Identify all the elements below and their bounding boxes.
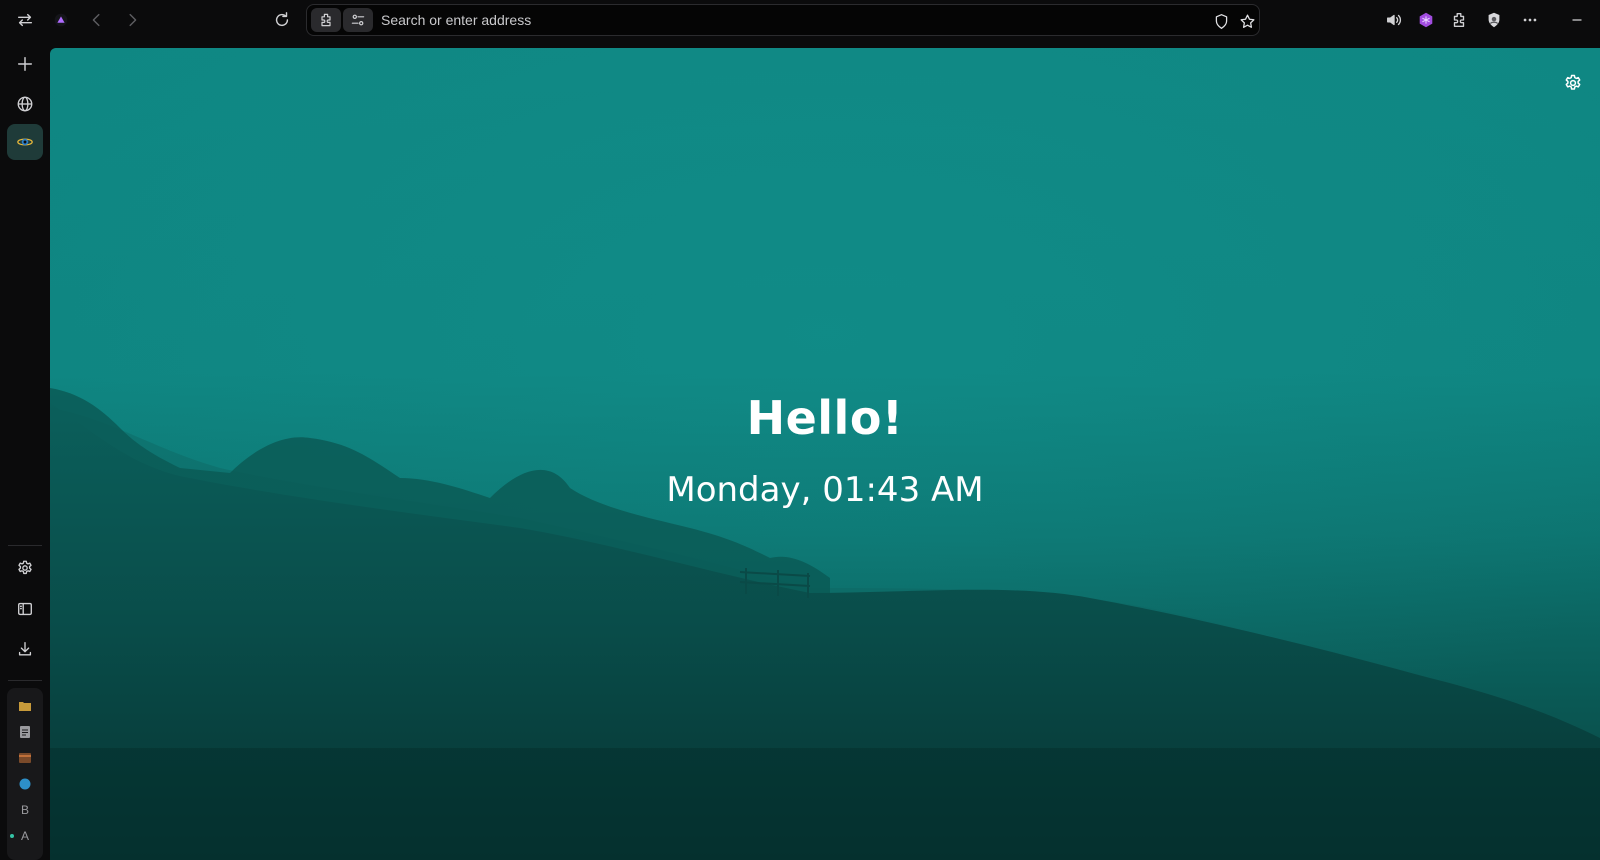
active-app-icon[interactable] xyxy=(7,124,43,160)
active-indicator xyxy=(10,834,14,838)
shield-icon[interactable] xyxy=(1211,11,1231,31)
more-icon[interactable] xyxy=(1516,6,1544,34)
page-settings-icon[interactable] xyxy=(1560,70,1586,96)
greeting-heading: Hello! xyxy=(746,391,904,445)
sidebar-panel-icon[interactable] xyxy=(7,591,43,627)
tab-switch-icon[interactable] xyxy=(11,6,39,34)
folder-icon[interactable] xyxy=(7,694,43,718)
address-input[interactable]: Search or enter address xyxy=(381,12,531,28)
settings-icon[interactable] xyxy=(7,550,43,586)
forward-icon[interactable] xyxy=(118,6,146,34)
extension-icon[interactable] xyxy=(311,8,341,32)
site-settings-icon[interactable] xyxy=(343,8,373,32)
pinned-tabs-panel: B A xyxy=(7,688,43,860)
date-time-display: Monday, 01:43 AM xyxy=(666,470,984,510)
new-tab-page: Hello! Monday, 01:43 AM xyxy=(50,48,1600,860)
background-wallpaper xyxy=(50,48,1600,860)
download-icon[interactable] xyxy=(7,631,43,667)
purple-extension-icon[interactable] xyxy=(1412,6,1440,34)
sidebar: B A xyxy=(0,40,50,860)
globe-dot-icon[interactable] xyxy=(7,772,43,796)
star-icon[interactable] xyxy=(1237,11,1257,31)
address-bar[interactable]: Search or enter address xyxy=(306,4,1260,36)
profile-shield-icon[interactable] xyxy=(1480,6,1508,34)
back-icon[interactable] xyxy=(83,6,111,34)
volume-icon[interactable] xyxy=(1380,6,1408,34)
doc-icon[interactable] xyxy=(7,720,43,744)
globe-icon[interactable] xyxy=(7,86,43,122)
pinned-tab-a[interactable]: A xyxy=(7,824,43,848)
box-icon[interactable] xyxy=(7,746,43,770)
browser-logo-icon[interactable] xyxy=(47,6,75,34)
sidebar-divider xyxy=(8,545,42,546)
pinned-tab-a-label: A xyxy=(20,829,29,843)
extensions-puzzle-icon[interactable] xyxy=(1445,6,1473,34)
pinned-tab-b[interactable]: B xyxy=(7,798,43,822)
sidebar-divider xyxy=(8,680,42,681)
reload-icon[interactable] xyxy=(268,6,296,34)
browser-toolbar: Search or enter address xyxy=(0,0,1600,40)
plus-icon[interactable] xyxy=(7,46,43,82)
minimize-icon[interactable] xyxy=(1563,6,1591,34)
